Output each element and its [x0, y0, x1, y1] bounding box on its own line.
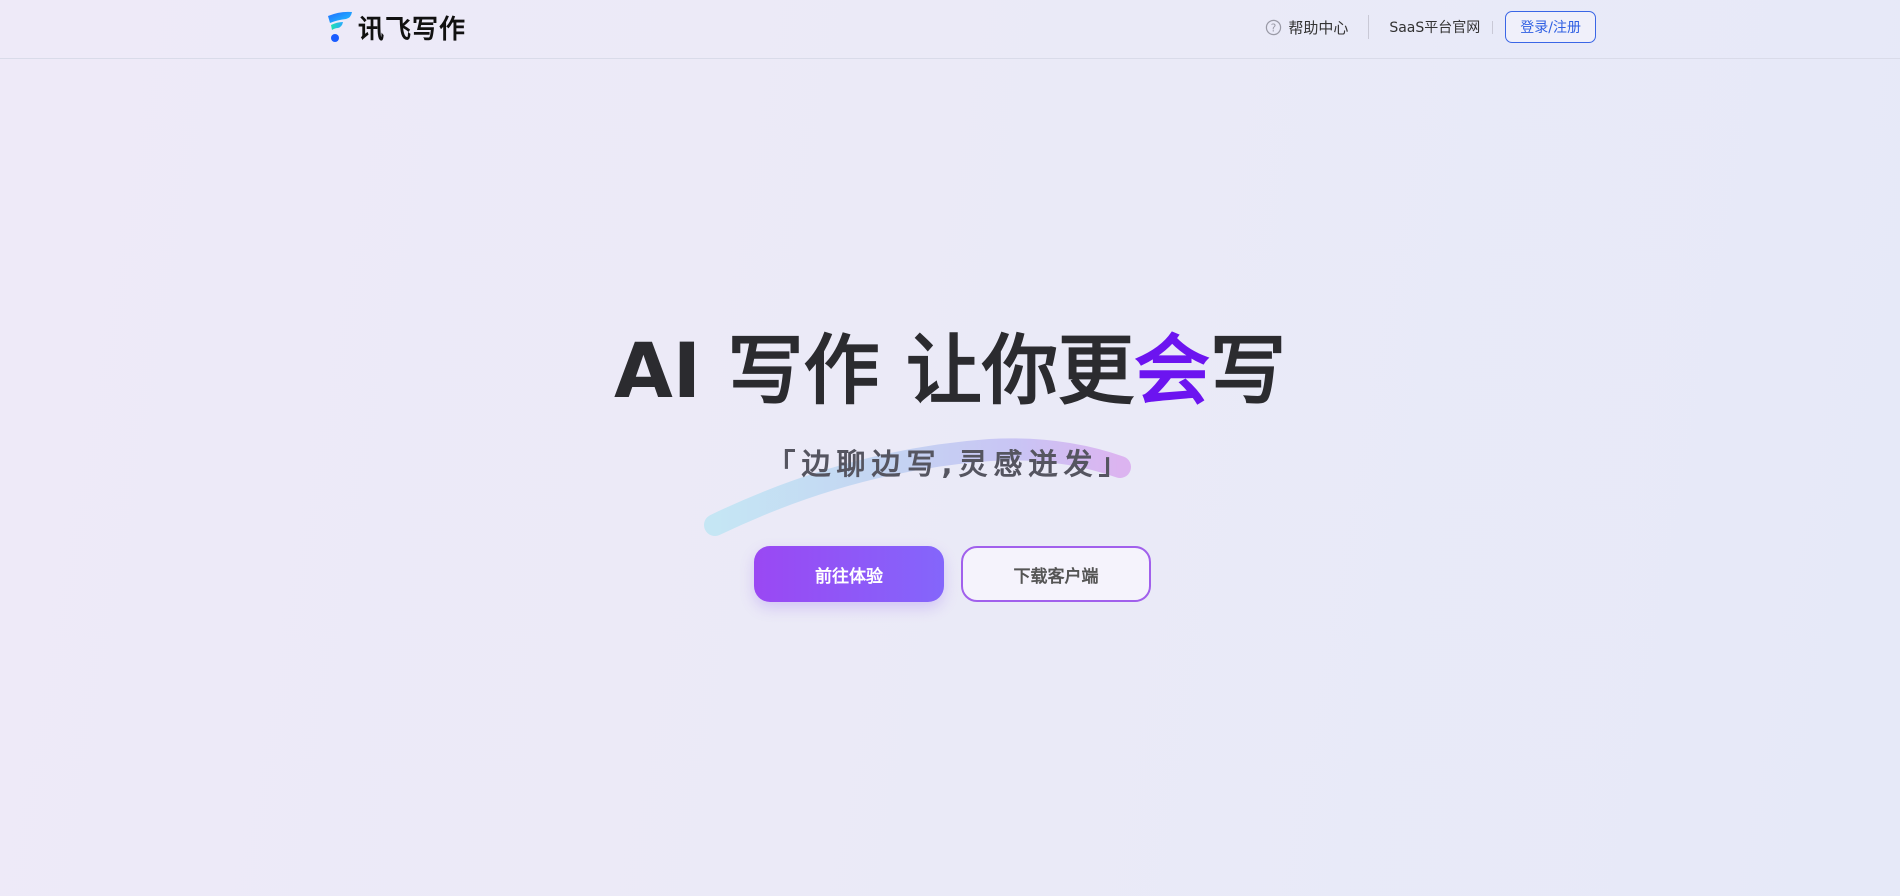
download-client-button[interactable]: 下载客户端 — [961, 546, 1151, 602]
logo[interactable]: 讯飞写作 — [326, 9, 466, 45]
iflytek-brand-icon — [328, 11, 352, 42]
help-center-label: 帮助中心 — [1288, 18, 1349, 37]
help-center-link[interactable]: ? 帮助中心 — [1265, 17, 1348, 38]
logo-text: 讯飞写作 — [358, 14, 467, 45]
top-nav: ? 帮助中心 SaaS平台官网 登录/注册 — [1265, 10, 1596, 44]
question-circle-icon: ? — [1266, 19, 1282, 35]
hero-title-end: 写 — [1210, 326, 1286, 415]
login-register-button[interactable]: 登录/注册 — [1505, 11, 1596, 43]
saas-platform-link[interactable]: SaaS平台官网 — [1389, 17, 1480, 37]
nav-divider — [1368, 15, 1370, 39]
top-header: 讯飞写作 ? 帮助中心 SaaS平台官网 登录/注册 — [0, 0, 1900, 59]
hero-subtitle: 「边聊边写,灵感迸发」 — [766, 447, 1134, 481]
svg-text:?: ? — [1271, 22, 1277, 34]
hero-title-main: AI 写作 让你更 — [613, 326, 1134, 415]
hero-title-accent: 会 — [1134, 326, 1210, 415]
nav-divider-small — [1492, 20, 1494, 34]
try-now-button[interactable]: 前往体验 — [754, 546, 944, 602]
hero-title: AI 写作 让你更会写 — [0, 328, 1900, 414]
